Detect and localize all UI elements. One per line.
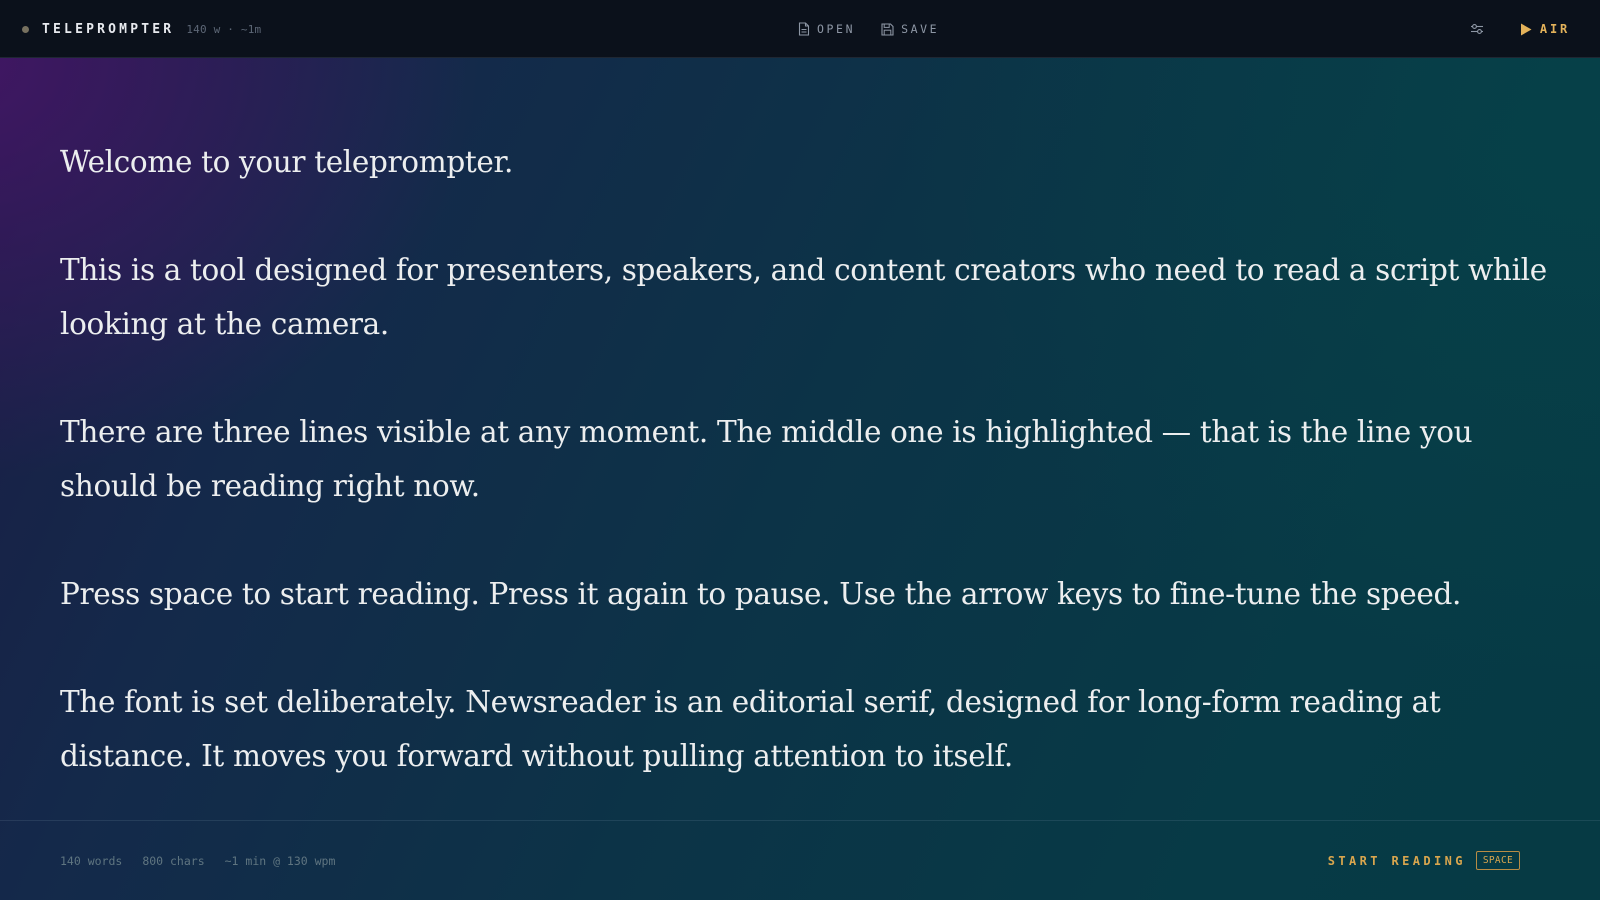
file-icon <box>798 22 810 36</box>
right-actions: AIR <box>1468 0 1570 58</box>
char-count: 800 chars <box>142 853 205 868</box>
save-label: SAVE <box>901 22 940 36</box>
script-paragraph: Press space to start reading. Press it a… <box>60 577 1462 611</box>
sliders-icon <box>1470 24 1483 34</box>
script-body[interactable]: Welcome to your teleprompter. This is a … <box>60 135 1550 837</box>
reading-duration: ~1 min @ 130 wpm <box>224 853 336 868</box>
file-actions: OPEN SAVE <box>798 0 939 58</box>
app-title: TELEPROMPTER <box>42 21 175 37</box>
script-paragraph: Welcome to your teleprompter. <box>60 145 514 179</box>
settings-button[interactable] <box>1468 20 1486 38</box>
start-reading-group: START READING SPACE <box>1328 821 1520 900</box>
air-button[interactable]: AIR <box>1520 22 1570 36</box>
status-dot-icon <box>22 25 29 33</box>
script-paragraph: This is a tool designed for presenters, … <box>60 253 1547 341</box>
footer-bar: 140 words 800 chars ~1 min @ 130 wpm STA… <box>0 820 1600 900</box>
brand: TELEPROMPTER 140 w · ~1m <box>22 0 261 58</box>
air-label: AIR <box>1539 22 1570 36</box>
footer-stats: 140 words 800 chars ~1 min @ 130 wpm <box>60 821 335 900</box>
space-shortcut-badge: SPACE <box>1475 850 1520 871</box>
top-bar: TELEPROMPTER 140 w · ~1m OPEN SAVE AIR <box>0 0 1600 58</box>
script-paragraph: There are three lines visible at any mom… <box>60 415 1473 503</box>
word-count: 140 words <box>60 853 123 868</box>
open-button[interactable]: OPEN <box>798 22 855 36</box>
start-reading-button[interactable]: START READING <box>1328 854 1466 868</box>
play-icon <box>1520 23 1532 35</box>
save-button[interactable]: SAVE <box>881 22 939 36</box>
open-label: OPEN <box>817 22 856 36</box>
header-stats: 140 w · ~1m <box>186 22 262 36</box>
floppy-disk-icon <box>881 22 894 36</box>
script-paragraph: The font is set deliberately. Newsreader… <box>60 685 1441 773</box>
